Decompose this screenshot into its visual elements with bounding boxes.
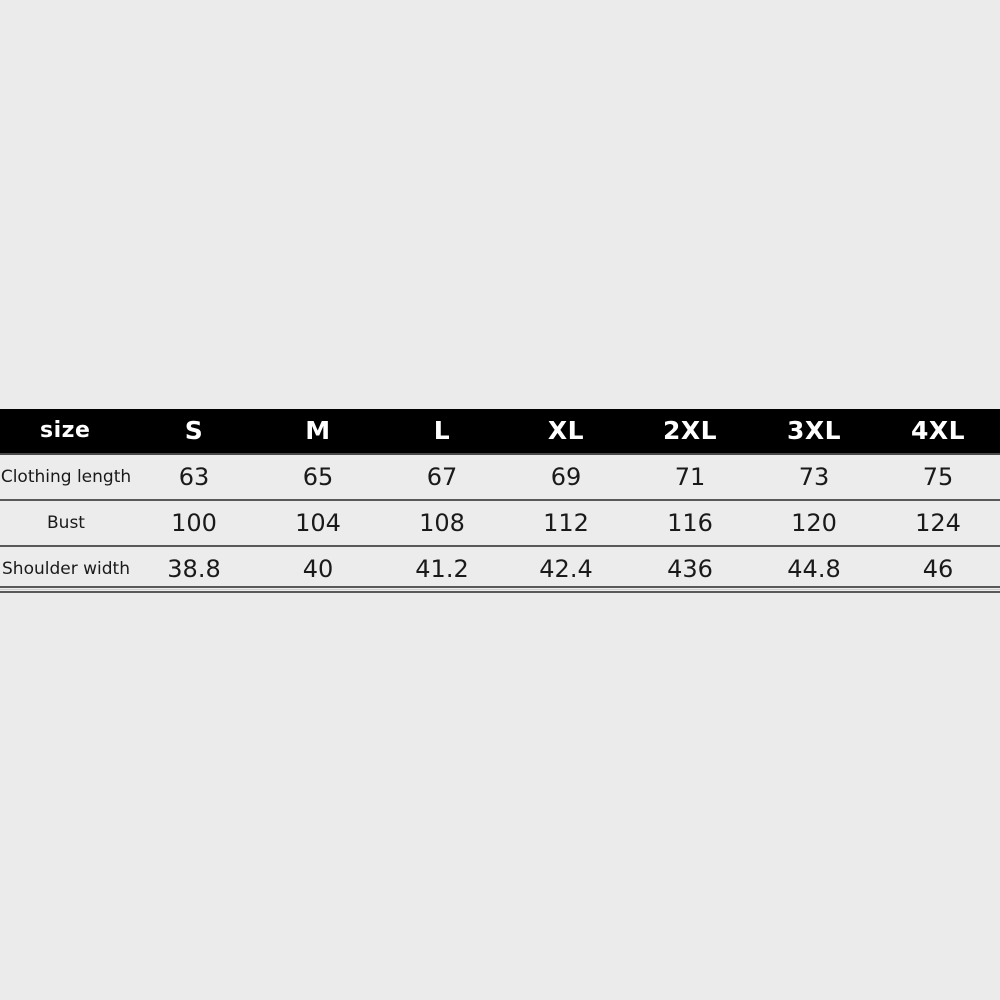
cell-clothing-length-4xl: 75 (922, 463, 954, 491)
header-row: size S M L XL 2XL 3XL 4XL (0, 409, 1000, 454)
cell-bust-2xl: 116 (667, 509, 713, 537)
table-row: Clothing length 63 65 67 69 71 73 75 (0, 454, 1000, 500)
header-cell-2xl: 2XL (662, 416, 718, 445)
table-bottom-rule (0, 586, 1000, 588)
table-body: Clothing length 63 65 67 69 71 73 75 Bus… (0, 454, 1000, 592)
cell-clothing-length-3xl: 73 (798, 463, 830, 491)
size-chart: size S M L XL 2XL 3XL 4XL Clothing lengt… (0, 409, 1000, 593)
header-cell-3xl: 3XL (786, 416, 842, 445)
table-bottom-rule-highlight (0, 589, 1000, 590)
cell-bust-l: 108 (419, 509, 465, 537)
header-cell-s: S (184, 416, 204, 445)
cell-bust-s: 100 (171, 509, 217, 537)
row-label-bust: Bust (47, 513, 85, 533)
cell-bust-4xl: 124 (915, 509, 961, 537)
cell-clothing-length-2xl: 71 (674, 463, 706, 491)
table-row: Bust 100 104 108 112 116 120 124 (0, 500, 1000, 546)
header-cell-xl: XL (547, 416, 585, 445)
cell-clothing-length-s: 63 (178, 463, 210, 491)
header-cell-l: L (433, 416, 451, 445)
cell-clothing-length-xl: 69 (550, 463, 582, 491)
header-cell-4xl: 4XL (910, 416, 966, 445)
cell-clothing-length-l: 67 (426, 463, 458, 491)
cell-bust-3xl: 120 (791, 509, 837, 537)
row-label-clothing-length: Clothing length (0, 467, 132, 487)
header-cell-m: M (305, 416, 331, 445)
cell-bust-xl: 112 (543, 509, 589, 537)
header-cell-size-label: size (40, 418, 91, 443)
cell-bust-m: 104 (295, 509, 341, 537)
cell-clothing-length-m: 65 (302, 463, 334, 491)
size-table: size S M L XL 2XL 3XL 4XL Clothing lengt… (0, 409, 1000, 593)
table-header: size S M L XL 2XL 3XL 4XL (0, 409, 1000, 454)
